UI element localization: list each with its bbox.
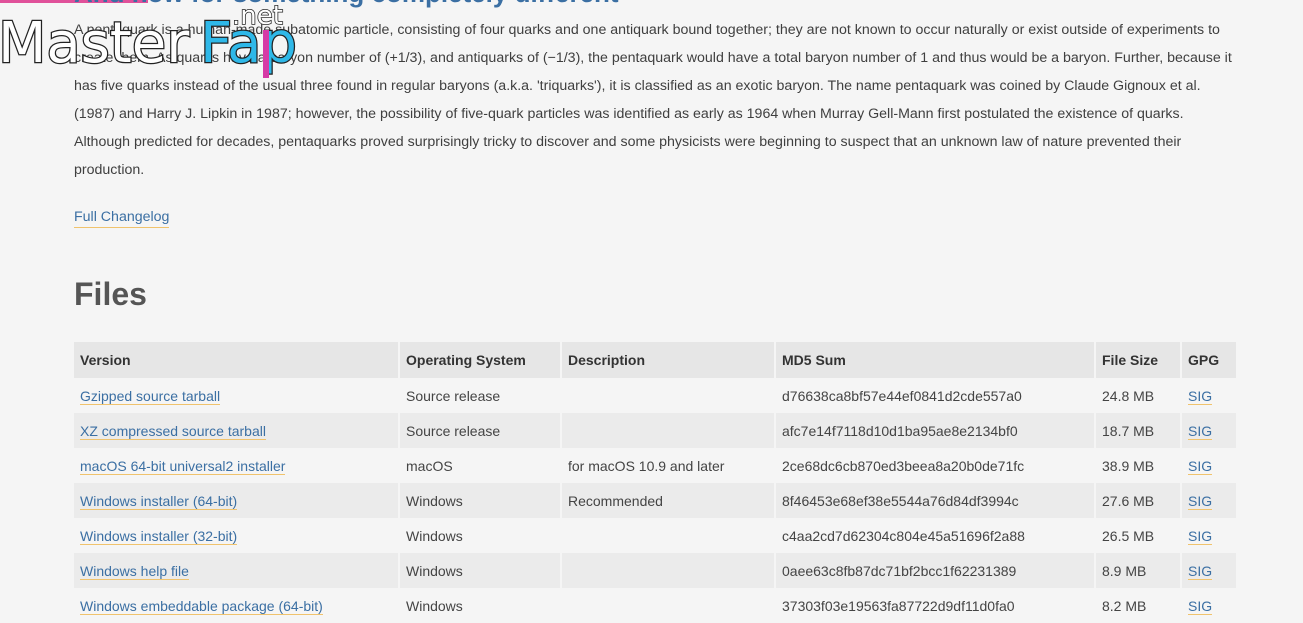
table-row: Windows installer (64-bit) Windows Recom…: [74, 483, 1236, 518]
sig-link[interactable]: SIG: [1188, 422, 1213, 440]
description-cell: [562, 553, 774, 588]
description-cell: for macOS 10.9 and later: [562, 448, 774, 483]
os-cell: Windows: [400, 483, 560, 518]
md5-cell: c4aa2cd7d62304c804e45a51696f2a88: [776, 518, 1094, 553]
md5-cell: 2ce68dc6cb870ed3beea8a20b0de71fc: [776, 448, 1094, 483]
description-cell: [562, 518, 774, 553]
watermark-suffix: .net: [232, 1, 283, 31]
md5-cell: d76638ca8bf57e44ef0841d2cde557a0: [776, 378, 1094, 413]
description-cell: [562, 413, 774, 448]
os-cell: Source release: [400, 413, 560, 448]
table-row: Windows installer (32-bit) Windows c4aa2…: [74, 518, 1236, 553]
os-cell: macOS: [400, 448, 560, 483]
sig-link[interactable]: SIG: [1188, 597, 1213, 615]
sig-link[interactable]: SIG: [1188, 527, 1213, 545]
sig-link[interactable]: SIG: [1188, 457, 1213, 475]
size-cell: 27.6 MB: [1096, 483, 1180, 518]
full-changelog-link[interactable]: Full Changelog: [74, 207, 170, 228]
version-link[interactable]: Gzipped source tarball: [80, 387, 221, 405]
header-version[interactable]: Version: [74, 342, 398, 378]
watermark-text: Master: [0, 11, 190, 76]
sig-link[interactable]: SIG: [1188, 562, 1213, 580]
files-table: Version Operating System Description MD5…: [72, 342, 1238, 623]
table-row: Gzipped source tarball Source release d7…: [74, 378, 1236, 413]
os-cell: Windows: [400, 553, 560, 588]
os-cell: Windows: [400, 518, 560, 553]
watermark-bar: [263, 30, 269, 78]
sig-link[interactable]: SIG: [1188, 387, 1213, 405]
table-header-row: Version Operating System Description MD5…: [74, 342, 1236, 378]
header-description[interactable]: Description: [562, 342, 774, 378]
table-row: macOS 64-bit universal2 installer macOS …: [74, 448, 1236, 483]
size-cell: 18.7 MB: [1096, 413, 1180, 448]
version-link[interactable]: macOS 64-bit universal2 installer: [80, 457, 286, 475]
description-cell: Recommended: [562, 483, 774, 518]
header-md5[interactable]: MD5 Sum: [776, 342, 1094, 378]
version-link[interactable]: Windows installer (32-bit): [80, 527, 238, 545]
size-cell: 8.9 MB: [1096, 553, 1180, 588]
size-cell: 38.9 MB: [1096, 448, 1180, 483]
sig-link[interactable]: SIG: [1188, 492, 1213, 510]
table-row: Windows help file Windows 0aee63c8fb87dc…: [74, 553, 1236, 588]
header-os[interactable]: Operating System: [400, 342, 560, 378]
md5-cell: afc7e14f7118d10d1ba95ae8e2134bf0: [776, 413, 1094, 448]
version-link[interactable]: Windows help file: [80, 562, 189, 580]
watermark-logo: Master Fap .net: [0, 0, 298, 78]
header-gpg[interactable]: GPG: [1182, 342, 1236, 378]
md5-cell: 8f46453e68ef38e5544a76d84df3994c: [776, 483, 1094, 518]
version-link[interactable]: XZ compressed source tarball: [80, 422, 266, 440]
version-link[interactable]: Windows embeddable package (64-bit): [80, 597, 323, 615]
header-size[interactable]: File Size: [1096, 342, 1180, 378]
files-heading: Files: [74, 276, 147, 312]
size-cell: 24.8 MB: [1096, 378, 1180, 413]
version-link[interactable]: Windows installer (64-bit): [80, 492, 238, 510]
md5-cell: 0aee63c8fb87dc71bf2bcc1f62231389: [776, 553, 1094, 588]
table-row: XZ compressed source tarball Source rele…: [74, 413, 1236, 448]
description-cell: [562, 378, 774, 413]
size-cell: 26.5 MB: [1096, 518, 1180, 553]
os-cell: Source release: [400, 378, 560, 413]
